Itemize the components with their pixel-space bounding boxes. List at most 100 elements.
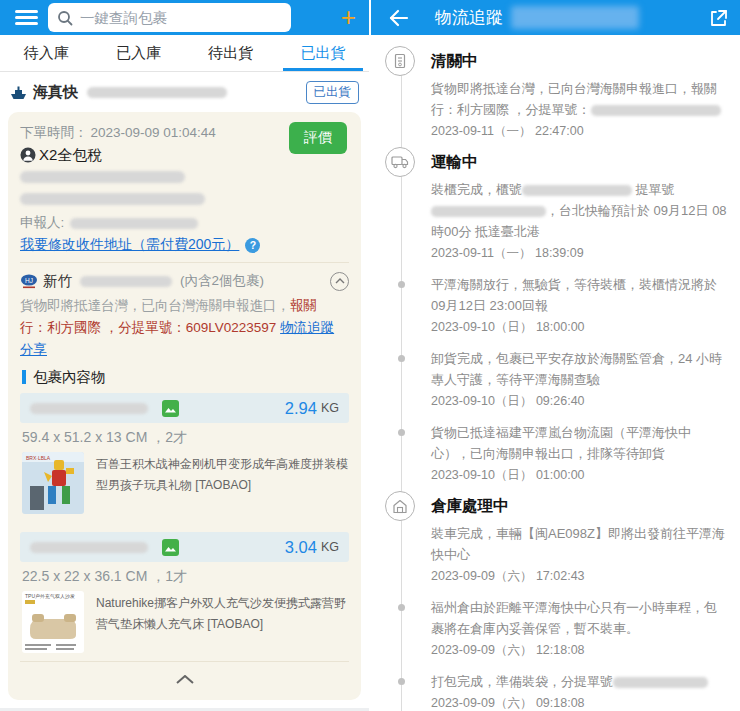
header-bar-icon — [22, 370, 26, 384]
tab-pending-outbound[interactable]: 待出貨 — [185, 35, 277, 71]
redacted-text — [431, 206, 546, 217]
rate-button[interactable]: 評價 — [289, 122, 347, 154]
status-tabs: 待入庫 已入庫 待出貨 已出貨 — [0, 35, 369, 72]
status-badge: 已出貨 — [306, 81, 360, 104]
divider — [20, 262, 349, 263]
svg-text:TPU户外充气双人沙发: TPU户外充气双人沙发 — [25, 593, 75, 600]
status-text-gray: 貨物即將抵達台灣，已向台灣海關申報進口， — [20, 298, 290, 313]
card-wrap: 下單時間：2023-09-09 01:04:44 評價 X2全包稅 申報人: 我… — [0, 112, 369, 711]
change-address-link[interactable]: 我要修改收件地址（需付費200元） — [20, 236, 239, 254]
right-header: 物流追蹤 — [371, 0, 740, 35]
product-title: 百兽王积木战神金刚机甲变形成年高难度拼装模型男孩子玩具礼物 [TAOBAO] — [96, 452, 349, 514]
redacted-text — [591, 105, 721, 116]
tracking-link[interactable]: 物流追蹤 — [280, 320, 334, 335]
order-card: 下單時間：2023-09-09 01:04:44 評價 X2全包稅 申報人: 我… — [8, 112, 361, 700]
customs-icon — [385, 46, 415, 76]
carrier-row[interactable]: 海真快 已出貨 — [0, 72, 369, 112]
redacted-text — [522, 185, 632, 196]
package-list-screen: + 待入庫 已入庫 待出貨 已出貨 海真快 已出貨 下單時間：2023-09-0… — [0, 0, 369, 711]
weight-unit: KG — [321, 401, 339, 415]
package-bar[interactable]: 3.04 KG — [20, 532, 349, 562]
timeline-event: 貨物已抵達福建平潭嵐台物流園（平潭海快中心），已向海關申報出口，排隊等待卸貨20… — [431, 422, 727, 484]
left-header: + — [0, 0, 369, 35]
search-input[interactable] — [80, 10, 282, 26]
tracking-screen: 物流追蹤 清關中貨物即將抵達台灣，已向台灣海關申報進口，報關行：利方國際 ，分提… — [371, 0, 740, 711]
package-weight: 3.04 — [285, 538, 317, 557]
timeline-event: 福州倉由於距離平潭海快中心只有一小時車程，包裹將在倉庫內妥善保管，暫不裝車。 20… — [431, 597, 727, 659]
redacted-address-line — [20, 193, 205, 205]
carrier-logo-icon: HJ — [20, 274, 38, 289]
package-dimensions: 59.4 x 51.2 x 13 CM ，2才 — [22, 429, 349, 446]
product-image: BRX·LBLA — [22, 452, 84, 514]
redacted-tracking-number — [30, 542, 148, 553]
contents-header: 包裹內容物 — [22, 368, 349, 386]
timeline-event: 打包完成，準備裝袋，分提單號 2023-09-09（六） 09:18:08 — [431, 671, 727, 711]
share-link[interactable]: 分享 — [20, 342, 47, 357]
package-bar[interactable]: 2.94 KG — [20, 393, 349, 423]
menu-icon[interactable] — [15, 10, 38, 25]
timeline-event: 貨物即將抵達台灣，已向台灣海關申報進口，報關行：利方國際 ，分提單號： 2023-… — [431, 78, 727, 140]
status-paragraph: 貨物即將抵達台灣，已向台灣海關申報進口，報關行：利方國際 ，分提單號：609LV… — [20, 295, 349, 361]
product-title: Naturehike挪客户外双人充气沙发便携式露营野营气垫床懒人充气床 [TAO… — [96, 591, 349, 653]
redacted-order-number — [87, 87, 227, 98]
station-row: HJ 新竹 (內含2個包裹) — [20, 271, 349, 291]
back-icon[interactable] — [389, 9, 409, 27]
page-title: 物流追蹤 — [435, 6, 503, 29]
event-timestamp: 2023-09-11（一） 22:47:00 — [431, 122, 727, 140]
timeline-dot-icon — [398, 678, 405, 685]
collapse-section-icon[interactable] — [330, 272, 349, 291]
collapse-card-icon[interactable] — [20, 662, 349, 684]
add-package-button[interactable]: + — [341, 4, 356, 30]
tab-pending-inbound[interactable]: 待入庫 — [0, 35, 92, 71]
parcel-count: (內含2個包裹) — [180, 272, 264, 290]
warehouse-icon — [385, 491, 415, 521]
timeline-dot-icon — [398, 429, 405, 436]
carrier-name: 海真快 — [33, 83, 78, 102]
svg-text:BRX·LBLA: BRX·LBLA — [26, 455, 51, 461]
redacted-text — [613, 677, 708, 688]
search-icon — [57, 10, 73, 26]
event-text: 裝車完成，車輛【闽AE098Z】即將出發前往平潭海快中心 — [431, 523, 727, 565]
photo-icon[interactable] — [162, 400, 179, 417]
weight-unit: KG — [321, 540, 339, 554]
search-box[interactable] — [48, 3, 291, 32]
timeline-dot-icon — [398, 355, 405, 362]
redacted-tracking-number — [30, 403, 148, 414]
product-row[interactable]: BRX·LBLA 百兽王积木战神金刚机甲变形成年高难度拼装模型男孩子玩具礼物 [… — [22, 452, 349, 514]
event-timestamp: 2023-09-09（六） 12:18:08 — [431, 641, 727, 659]
event-text: 福州倉由於距離平潭海快中心只有一小時車程，包裹將在倉庫內妥善保管，暫不裝車。 — [431, 597, 727, 639]
tab-outbound[interactable]: 已出貨 — [277, 35, 369, 71]
event-timestamp: 2023-09-10（日） 01:00:00 — [431, 466, 727, 484]
tracking-timeline: 清關中貨物即將抵達台灣，已向台灣海關申報進口，報關行：利方國際 ，分提單號：20… — [371, 35, 740, 711]
event-text: 打包完成，準備裝袋，分提單號 — [431, 671, 727, 692]
truck-icon — [385, 147, 415, 177]
help-icon[interactable]: ? — [245, 238, 260, 253]
event-timestamp: 2023-09-10（日） 09:26:40 — [431, 392, 727, 410]
ship-icon — [10, 85, 27, 100]
package-weight: 2.94 — [285, 399, 317, 418]
redacted-tracking-id — [511, 6, 639, 29]
event-timestamp: 2023-09-10（日） 18:00:00 — [431, 318, 727, 336]
timeline-event: 裝車完成，車輛【闽AE098Z】即將出發前往平潭海快中心2023-09-09（六… — [431, 523, 727, 585]
package-dimensions: 22.5 x 22 x 36.1 CM ，1才 — [22, 568, 349, 585]
declarant-row: 申報人: — [20, 214, 349, 231]
redacted-address-line — [20, 171, 185, 183]
event-timestamp: 2023-09-11（一） 18:39:09 — [431, 244, 727, 262]
timeline-dot-icon — [398, 281, 405, 288]
station-name: 新竹 — [43, 272, 72, 291]
photo-icon[interactable] — [162, 539, 179, 556]
tab-inbound[interactable]: 已入庫 — [92, 35, 184, 71]
product-row[interactable]: TPU户外充气双人沙发 Naturehike挪客户外双人充气沙发便携式露营野营气… — [22, 591, 349, 653]
event-timestamp: 2023-09-09（六） 09:18:08 — [431, 694, 727, 711]
product-image: TPU户外充气双人沙发 — [22, 591, 84, 653]
timeline-status-title: 運輸中 — [431, 152, 727, 172]
svg-text:HJ: HJ — [25, 276, 33, 283]
event-text: 貨物即將抵達台灣，已向台灣海關申報進口，報關行：利方國際 ，分提單號： — [431, 78, 727, 120]
share-icon[interactable] — [708, 8, 728, 28]
event-text: 卸貨完成，包裹已平安存放於海關監管倉，24 小時專人守護，等待平潭海關查驗 — [431, 348, 727, 390]
event-text: 平潭海關放行，無驗貨，等待裝櫃，裝櫃情況將於09月12日 23:00回報 — [431, 274, 727, 316]
timeline-event: 裝櫃完成，櫃號 提單號 ，台北快輪預計於 09月12日 08時00分 抵達臺北港… — [431, 179, 727, 262]
app: + 待入庫 已入庫 待出貨 已出貨 海真快 已出貨 下單時間：2023-09-0… — [0, 0, 740, 711]
timeline-section: 清關中貨物即將抵達台灣，已向台灣海關申報進口，報關行：利方國際 ，分提單號：20… — [431, 51, 727, 140]
person-icon — [20, 147, 36, 163]
